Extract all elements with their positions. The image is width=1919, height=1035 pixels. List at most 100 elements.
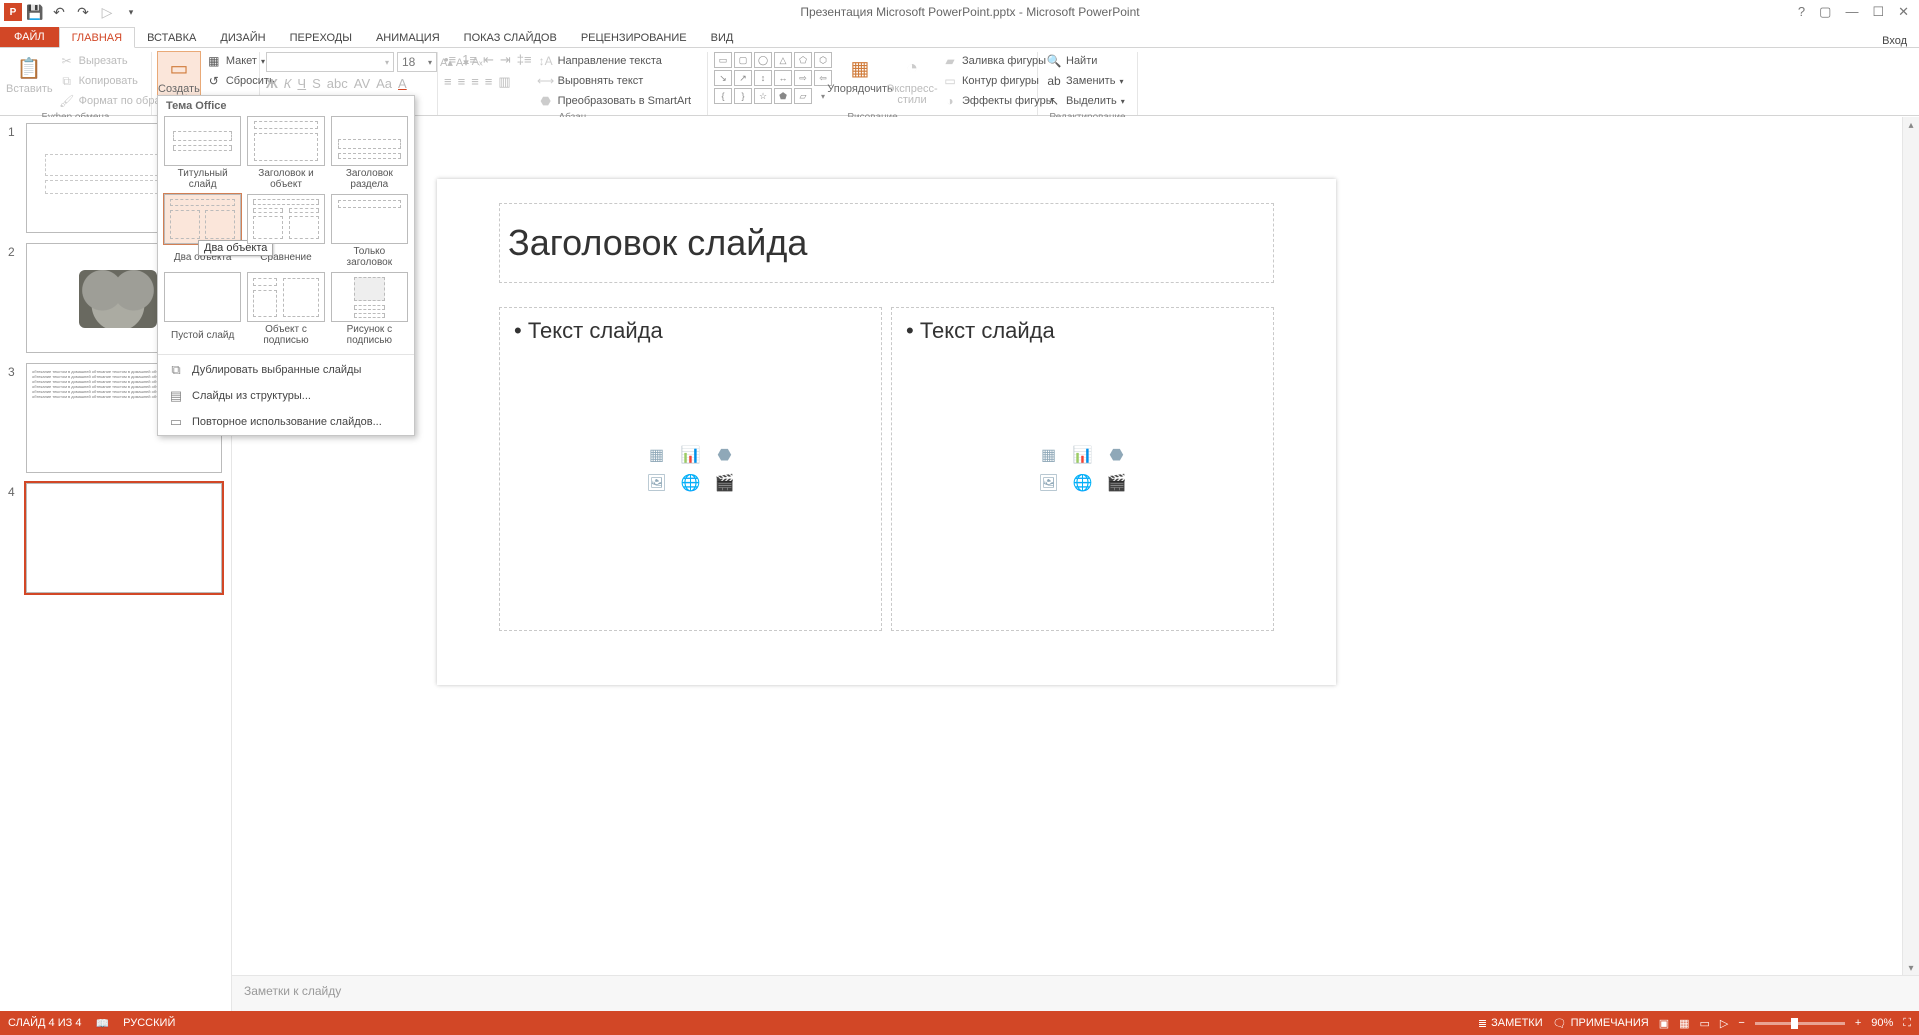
case-icon[interactable]: Aa (376, 76, 392, 91)
font-size-combo[interactable]: 18▾ (397, 52, 437, 72)
new-slide-layout-gallery: Тема Office Титульный слайд Заголовок и … (157, 95, 415, 436)
select-button[interactable]: ↖Выделить▾ (1044, 92, 1127, 110)
normal-view-icon[interactable]: ▣ (1659, 1017, 1669, 1030)
layout-item-comparison[interactable]: Сравнение (247, 194, 324, 268)
layout-item-blank[interactable]: Пустой слайд (164, 272, 241, 346)
slide-left-content-placeholder[interactable]: • Текст слайда ▦📊⬣ 🖼🌐🎬 (499, 307, 882, 631)
strike-icon[interactable]: S (312, 76, 321, 91)
thumb-number: 3 (8, 363, 20, 379)
numbering-icon[interactable]: 1≡ (462, 52, 477, 68)
shadow-icon[interactable]: abc (327, 76, 348, 91)
insert-picture-icon: 🖼 (643, 472, 671, 494)
notes-pane[interactable]: Заметки к слайду (232, 975, 1919, 1011)
qat-save-icon[interactable]: 💾 (24, 1, 46, 23)
help-icon[interactable]: ? (1798, 4, 1805, 20)
replace-icon: ab (1046, 73, 1062, 89)
tab-animation[interactable]: АНИМАЦИЯ (364, 28, 452, 47)
status-bar: СЛАЙД 4 ИЗ 4 📖 РУССКИЙ ≣ЗАМЕТКИ 🗨ПРИМЕЧА… (0, 1011, 1919, 1035)
layout-item-picture-caption[interactable]: Рисунок с подписью (331, 272, 408, 346)
slideshow-view-icon[interactable]: ▷ (1720, 1017, 1728, 1030)
text-direction-button[interactable]: ↕AНаправление текста (536, 52, 693, 70)
columns-icon[interactable]: ▥ (498, 74, 510, 90)
zoom-value[interactable]: 90% (1871, 1017, 1893, 1029)
maximize-icon[interactable]: ☐ (1872, 4, 1884, 20)
replace-button[interactable]: abЗаменить▾ (1044, 72, 1127, 90)
tab-slideshow[interactable]: ПОКАЗ СЛАЙДОВ (452, 28, 569, 47)
qat-redo-icon[interactable]: ↷ (72, 1, 94, 23)
align-text-button[interactable]: ⟷Выровнять текст (536, 72, 693, 90)
insert-online-pic-icon: 🌐 (1069, 472, 1097, 494)
inc-indent-icon[interactable]: ⇥ (500, 52, 511, 68)
layout-item-title-slide[interactable]: Титульный слайд (164, 116, 241, 190)
zoom-slider[interactable] (1755, 1022, 1845, 1025)
tab-design[interactable]: ДИЗАЙН (208, 28, 277, 47)
tab-transitions[interactable]: ПЕРЕХОДЫ (278, 28, 364, 47)
ribbon-display-icon[interactable]: ▢ (1819, 4, 1831, 20)
tab-view[interactable]: ВИД (699, 28, 746, 47)
align-center-icon[interactable]: ≡ (458, 74, 466, 90)
bullets-icon[interactable]: •≡ (444, 52, 456, 68)
insert-table-icon: ▦ (1035, 444, 1063, 466)
tab-home[interactable]: ГЛАВНАЯ (59, 27, 135, 48)
outline-icon: ▭ (942, 73, 958, 89)
sign-in-link[interactable]: Вход (1882, 35, 1919, 47)
arrange-icon: ▦ (844, 54, 876, 82)
thumb-number: 1 (8, 123, 20, 139)
line-spacing-icon[interactable]: ‡≡ (517, 52, 532, 68)
zoom-in-icon[interactable]: + (1855, 1017, 1861, 1029)
layout-item-section-header[interactable]: Заголовок раздела (331, 116, 408, 190)
spell-check-icon[interactable]: 📖 (95, 1017, 109, 1030)
layout-item-title-content[interactable]: Заголовок и объект (247, 116, 324, 190)
reading-view-icon[interactable]: ▭ (1700, 1017, 1710, 1030)
reuse-slides-item[interactable]: ▭Повторное использование слайдов... (158, 409, 414, 435)
font-color-icon[interactable]: A (398, 76, 407, 91)
slide-title-placeholder[interactable]: Заголовок слайда (499, 203, 1274, 283)
duplicate-slides-item[interactable]: ⧉Дублировать выбранные слайды (158, 357, 414, 383)
qat-start-icon[interactable]: ▷ (96, 1, 118, 23)
new-slide-icon: ▭ (163, 54, 195, 82)
bold-icon[interactable]: Ж (266, 76, 278, 91)
content-placeholder-icons[interactable]: ▦📊⬣ 🖼🌐🎬 (1035, 444, 1131, 494)
insert-picture-icon: 🖼 (1035, 472, 1063, 494)
slides-from-outline-item[interactable]: ▤Слайды из структуры... (158, 383, 414, 409)
qat-undo-icon[interactable]: ↶ (48, 1, 70, 23)
window-title: Презентация Microsoft PowerPoint.pptx - … (142, 5, 1798, 19)
spacing-icon[interactable]: AV (354, 76, 370, 91)
zoom-out-icon[interactable]: − (1738, 1017, 1744, 1029)
qat-customize-icon[interactable]: ▾ (120, 1, 142, 23)
comments-toggle[interactable]: 🗨ПРИМЕЧАНИЯ (1553, 1017, 1649, 1030)
underline-icon[interactable]: Ч (297, 76, 306, 91)
smartart-button[interactable]: ⬣Преобразовать в SmartArt (536, 92, 693, 110)
tab-file[interactable]: ФАЙЛ (0, 27, 59, 47)
dec-indent-icon[interactable]: ⇤ (483, 52, 494, 68)
content-placeholder-icons[interactable]: ▦📊⬣ 🖼🌐🎬 (643, 444, 739, 494)
status-language[interactable]: РУССКИЙ (123, 1017, 175, 1029)
font-name-combo[interactable]: ▾ (266, 52, 394, 72)
italic-icon[interactable]: К (284, 76, 292, 91)
layout-item-content-caption[interactable]: Объект с подписью (247, 272, 324, 346)
vertical-scrollbar[interactable]: ▴ ▾ ≜ ≛ (1902, 117, 1919, 1011)
close-icon[interactable]: ✕ (1898, 4, 1909, 20)
slide-thumbnail-4[interactable] (26, 483, 222, 593)
paste-button[interactable]: 📋 Вставить (6, 52, 53, 95)
sorter-view-icon[interactable]: ▦ (1679, 1017, 1689, 1030)
reuse-icon: ▭ (168, 414, 184, 430)
justify-icon[interactable]: ≡ (485, 74, 493, 90)
slide-right-content-placeholder[interactable]: • Текст слайда ▦📊⬣ 🖼🌐🎬 (891, 307, 1274, 631)
layout-item-title-only[interactable]: Только заголовок (331, 194, 408, 268)
minimize-icon[interactable]: — (1845, 4, 1858, 20)
tab-review[interactable]: РЕЦЕНЗИРОВАНИЕ (569, 28, 699, 47)
align-right-icon[interactable]: ≡ (471, 74, 479, 90)
align-left-icon[interactable]: ≡ (444, 74, 452, 90)
quick-styles-button[interactable]: ◔Экспресс-стили (888, 52, 936, 106)
shapes-gallery[interactable]: ▭▢◯△⬠⬡ ↘↗↕↔⇨⇦ {}☆⬟▱▾ (714, 52, 832, 104)
arrange-button[interactable]: ▦Упорядочить (836, 52, 884, 95)
insert-video-icon: 🎬 (711, 472, 739, 494)
layout-item-two-content[interactable]: Два объекта Два объекта (164, 194, 241, 268)
tab-insert[interactable]: ВСТАВКА (135, 28, 208, 47)
current-slide[interactable]: Заголовок слайда • Текст слайда ▦📊⬣ 🖼🌐🎬 … (437, 179, 1336, 685)
notes-toggle[interactable]: ≣ЗАМЕТКИ (1478, 1017, 1543, 1030)
koala-image (79, 270, 157, 328)
fit-to-window-icon[interactable]: ⛶ (1903, 1017, 1911, 1030)
find-button[interactable]: 🔍Найти (1044, 52, 1127, 70)
